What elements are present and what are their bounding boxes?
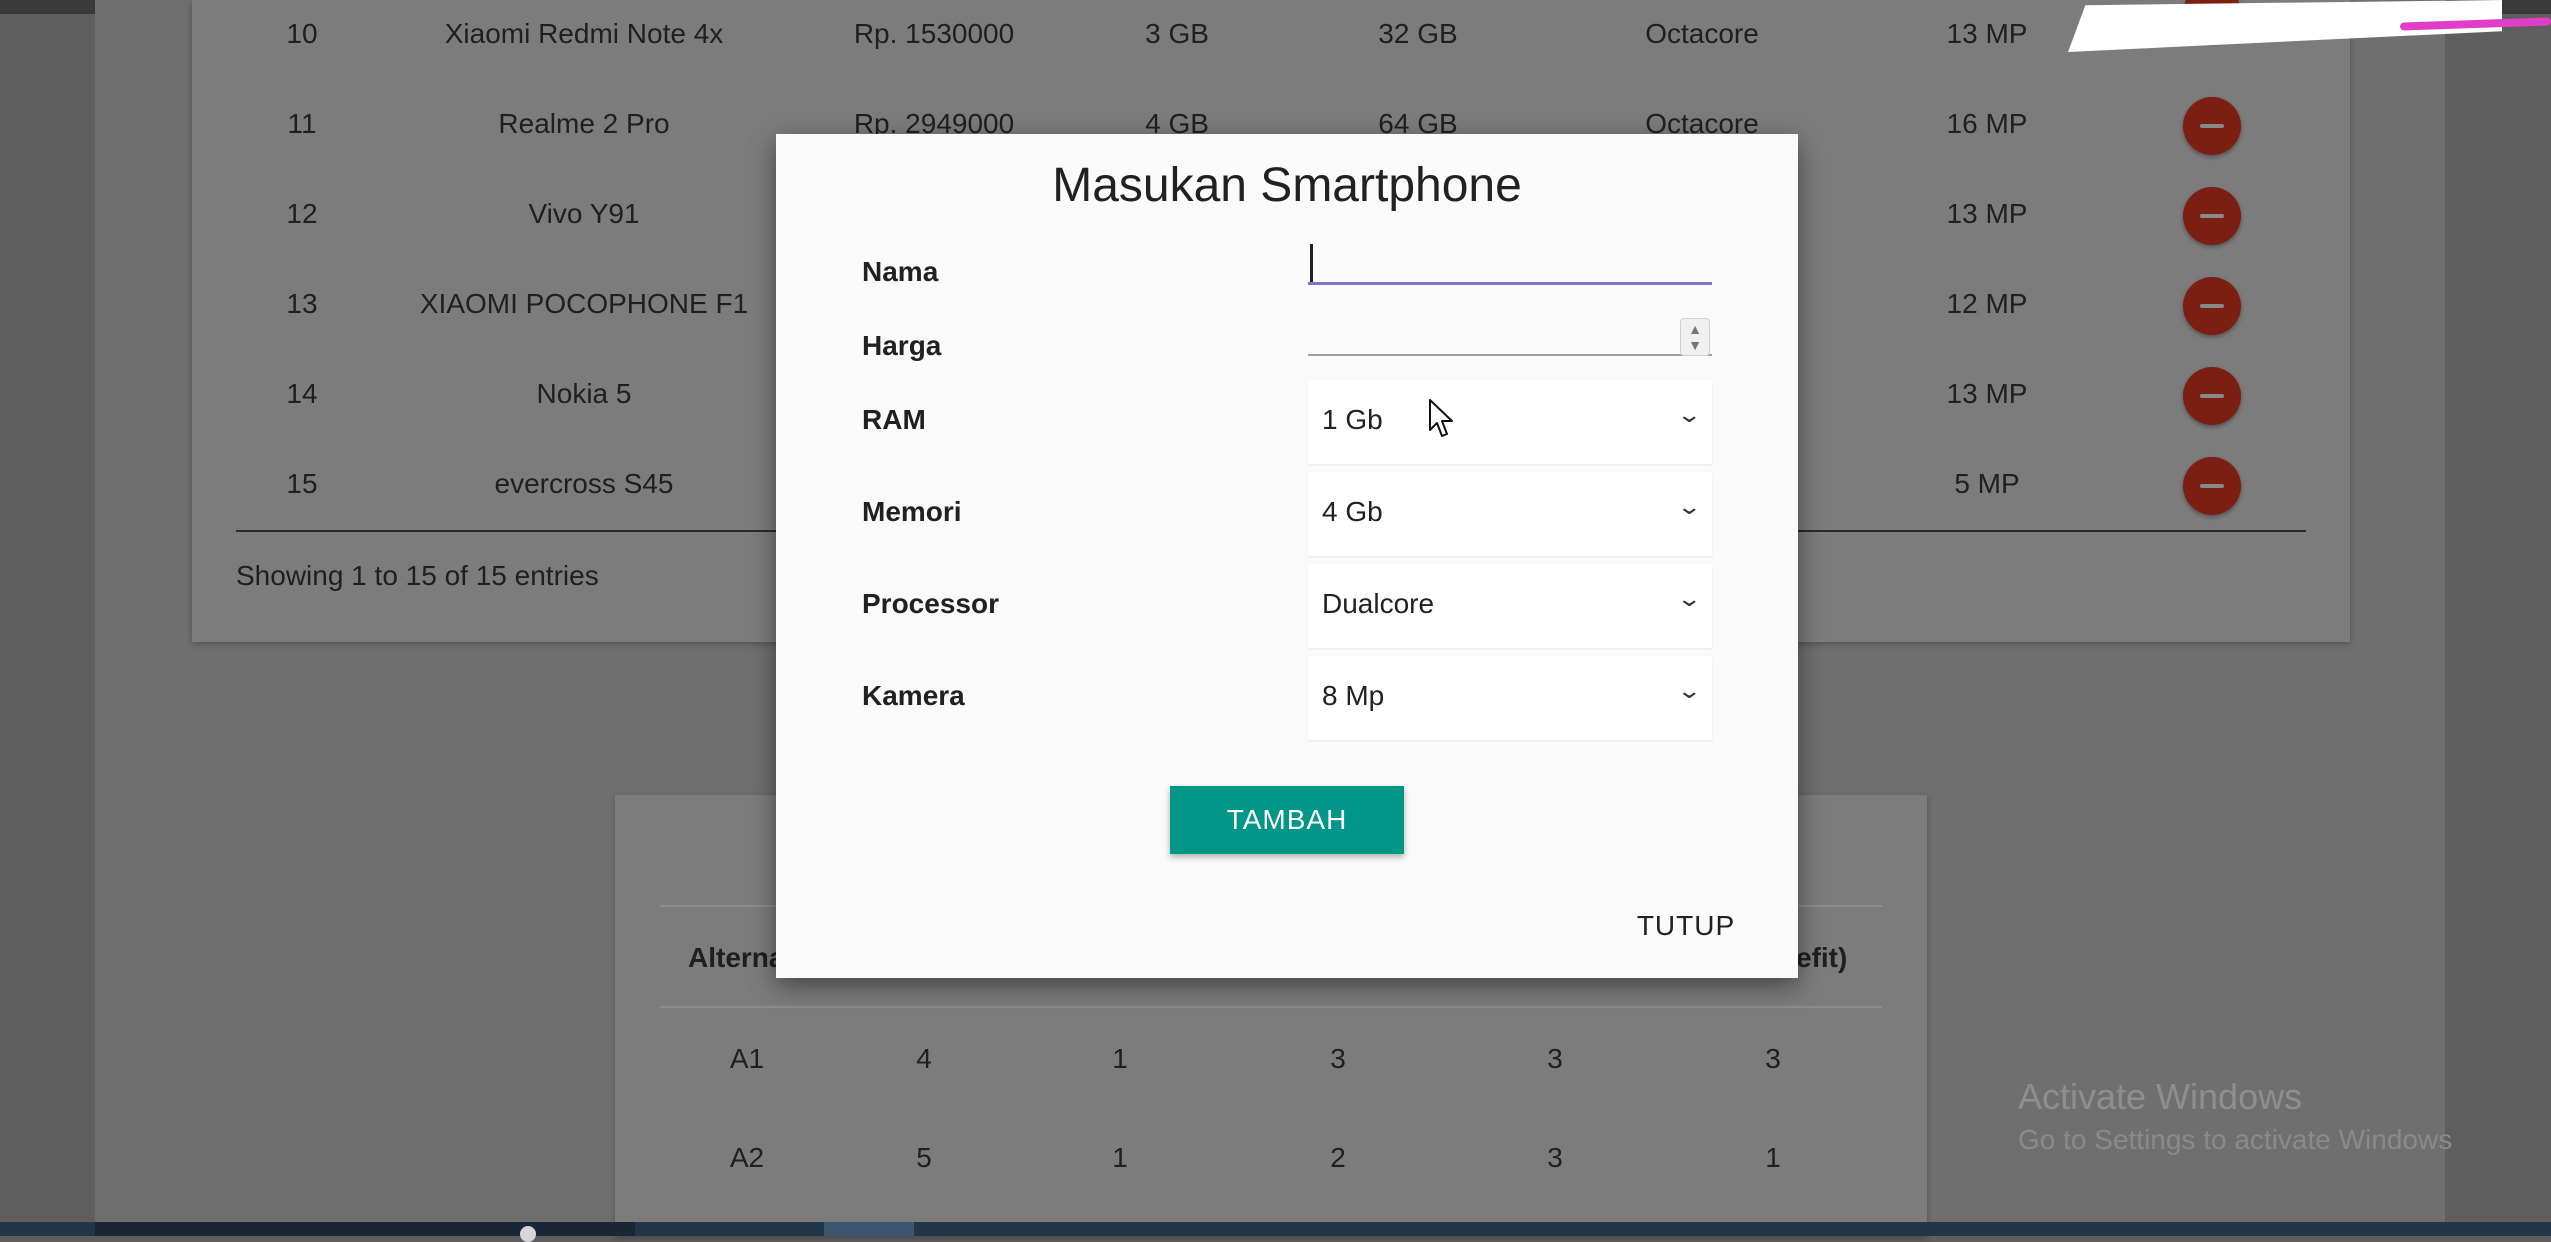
row-memori: 32 GB xyxy=(1378,18,1458,49)
row-name: Xiaomi Redmi Note 4x xyxy=(444,18,724,49)
row-name: evercross S45 xyxy=(494,468,674,499)
matrix-cell: 3 xyxy=(1765,1043,1781,1074)
row-number: 14 xyxy=(286,378,318,409)
matrix-alt: A1 xyxy=(729,1043,765,1074)
delete-button[interactable] xyxy=(2183,97,2241,155)
row-name: Vivo Y91 xyxy=(528,198,640,229)
mouse-cursor-icon xyxy=(1429,399,1453,437)
table-info: Showing 1 to 15 of 15 entries xyxy=(236,560,599,591)
row-name: XIAOMI POCOPHONE F1 xyxy=(419,288,749,319)
matrix-cell: 3 xyxy=(1330,1043,1346,1074)
row-number: 10 xyxy=(286,18,318,49)
row-number: 15 xyxy=(286,468,318,499)
spin-up-icon[interactable]: ▲ xyxy=(1681,321,1709,337)
chevron-down-icon: ⌄ xyxy=(1675,494,1702,519)
kamera-selected-value: 8 Mp xyxy=(1322,680,1385,711)
row-number: 13 xyxy=(286,288,318,319)
row-number: 12 xyxy=(286,198,318,229)
row-kamera: 13 MP xyxy=(1946,378,2028,409)
matrix-cell: 1 xyxy=(1112,1043,1128,1074)
taskbar-active-app[interactable] xyxy=(824,1222,914,1236)
chevron-down-icon: ⌄ xyxy=(1675,402,1702,427)
delete-button[interactable] xyxy=(2183,457,2241,515)
nama-label: Nama xyxy=(862,256,939,287)
add-smartphone-modal: Masukan Smartphone Nama Harga ▲ ▼ RAM 1 … xyxy=(776,134,1798,978)
delete-button[interactable] xyxy=(2183,367,2241,425)
taskbar-search-area[interactable] xyxy=(95,1222,635,1236)
ram-select[interactable]: 1 Gb ⌄ xyxy=(1308,380,1712,464)
matrix-alt: A2 xyxy=(729,1142,765,1173)
activate-windows-watermark: Activate Windows xyxy=(2018,1076,2303,1117)
row-name: Realme 2 Pro xyxy=(498,108,670,139)
row-number: 11 xyxy=(287,108,317,139)
matrix-cell: 3 xyxy=(1547,1043,1563,1074)
tutup-button[interactable]: TUTUP xyxy=(1626,898,1746,954)
matrix-cell: 2 xyxy=(1330,1142,1346,1173)
matrix-cell: 1 xyxy=(1112,1142,1128,1173)
spin-down-icon[interactable]: ▼ xyxy=(1681,337,1709,353)
ram-selected-value: 1 Gb xyxy=(1322,404,1383,435)
text-caret xyxy=(1310,244,1313,282)
memori-label: Memori xyxy=(862,496,962,527)
processor-selected-value: Dualcore xyxy=(1322,588,1435,619)
row-kamera: 13 MP xyxy=(1946,198,2028,229)
row-kamera: 5 MP xyxy=(1954,468,2020,499)
chevron-down-icon: ⌄ xyxy=(1675,678,1702,703)
nama-input[interactable] xyxy=(1308,226,1712,285)
matrix-header-last: efit) xyxy=(1796,942,1848,973)
matrix-header-border xyxy=(660,1006,1882,1008)
memori-select[interactable]: 4 Gb ⌄ xyxy=(1308,472,1712,556)
kamera-select[interactable]: 8 Mp ⌄ xyxy=(1308,656,1712,740)
harga-spinner[interactable]: ▲ ▼ xyxy=(1680,318,1710,356)
ram-label: RAM xyxy=(862,404,926,435)
matrix-cell: 4 xyxy=(916,1043,932,1074)
row-kamera: 16 MP xyxy=(1946,108,2028,139)
taskbar xyxy=(0,1222,2551,1242)
processor-select[interactable]: Dualcore ⌄ xyxy=(1308,564,1712,648)
harga-input[interactable] xyxy=(1308,298,1712,356)
tambah-button[interactable]: TAMBAH xyxy=(1170,786,1404,854)
matrix-header-alternatif: Alterna xyxy=(688,942,785,973)
harga-label: Harga xyxy=(862,330,942,361)
row-price: Rp. 1530000 xyxy=(853,18,1015,49)
row-ram: 3 GB xyxy=(1145,18,1209,49)
modal-title: Masukan Smartphone xyxy=(1052,159,1522,212)
matrix-cell: 5 xyxy=(916,1142,932,1173)
chevron-down-icon: ⌄ xyxy=(1675,586,1702,611)
row-kamera: 13 MP xyxy=(1946,18,2028,49)
matrix-cell: 3 xyxy=(1547,1142,1563,1173)
activate-windows-subtext: Go to Settings to activate Windows xyxy=(2018,1124,2453,1155)
matrix-cell: 1 xyxy=(1765,1142,1781,1173)
kamera-label: Kamera xyxy=(862,680,965,711)
row-processor: Octacore xyxy=(1645,18,1759,49)
row-name: Nokia 5 xyxy=(536,378,632,409)
processor-label: Processor xyxy=(862,588,999,619)
delete-button[interactable] xyxy=(2183,277,2241,335)
taskbar-app-icon[interactable] xyxy=(520,1226,536,1242)
delete-button[interactable] xyxy=(2183,187,2241,245)
row-kamera: 12 MP xyxy=(1946,288,2028,319)
memori-selected-value: 4 Gb xyxy=(1322,496,1383,527)
